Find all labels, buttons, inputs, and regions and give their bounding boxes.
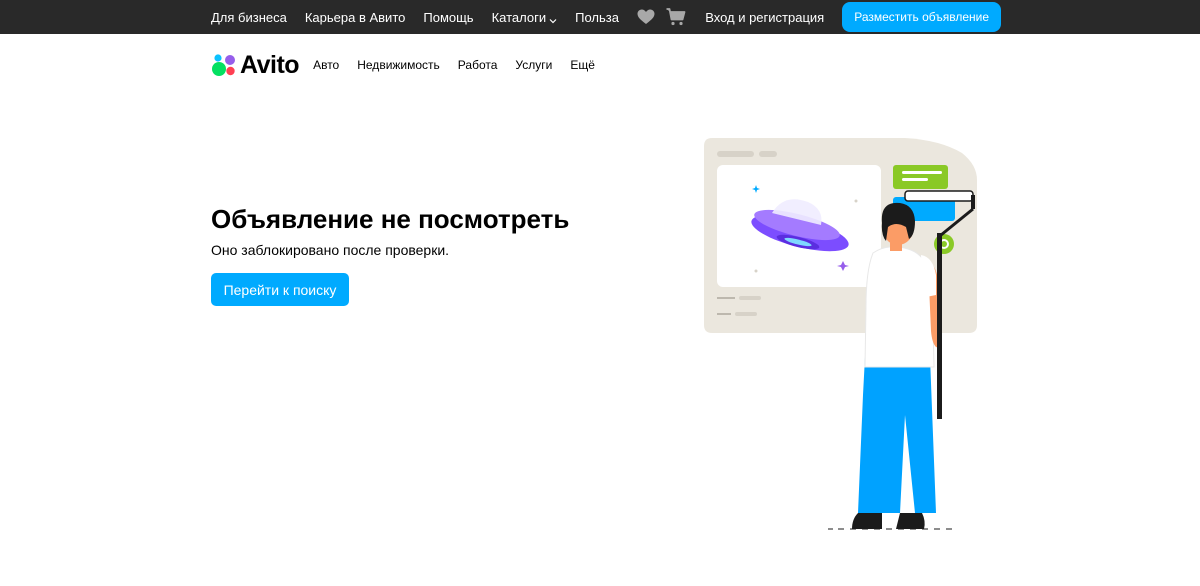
page-title: Объявление не посмотреть xyxy=(211,204,570,234)
top-link-catalogs[interactable]: Каталоги xyxy=(492,10,558,25)
category-auto[interactable]: Авто xyxy=(313,58,339,72)
top-bar: Для бизнеса Карьера в Авито Помощь Катал… xyxy=(0,0,1200,34)
category-realty[interactable]: Недвижимость xyxy=(357,58,440,72)
blocked-illustration xyxy=(700,135,990,535)
heart-icon[interactable] xyxy=(635,6,657,28)
main-nav: Avito Авто Недвижимость Работа Услуги Ещ… xyxy=(211,47,613,83)
avito-logo-icon xyxy=(212,54,235,76)
go-to-search-button[interactable]: Перейти к поиску xyxy=(211,273,349,306)
category-more[interactable]: Ещё xyxy=(570,58,595,72)
avito-logo[interactable]: Avito xyxy=(211,50,300,80)
page-subtitle: Оно заблокировано после проверки. xyxy=(211,242,450,258)
top-link-help[interactable]: Помощь xyxy=(423,10,473,25)
top-link-benefit[interactable]: Польза xyxy=(575,10,619,25)
top-link-business[interactable]: Для бизнеса xyxy=(211,10,287,25)
category-services[interactable]: Услуги xyxy=(515,58,552,72)
green-tag xyxy=(893,165,948,189)
top-link-career[interactable]: Карьера в Авито xyxy=(305,10,406,25)
top-right-actions: Вход и регистрация Разместить объявление xyxy=(635,0,1001,34)
chevron-down-icon xyxy=(549,13,557,24)
top-nav: Для бизнеса Карьера в Авито Помощь Катал… xyxy=(211,0,637,34)
post-ad-button[interactable]: Разместить объявление xyxy=(842,2,1001,32)
blocked-message: Объявление не посмотреть Оно заблокирова… xyxy=(211,203,631,306)
category-jobs[interactable]: Работа xyxy=(458,58,498,72)
cart-icon[interactable] xyxy=(665,6,687,28)
logo-text: Avito xyxy=(240,50,300,79)
top-link-catalogs-label: Каталоги xyxy=(491,9,547,25)
login-link[interactable]: Вход и регистрация xyxy=(705,10,824,25)
